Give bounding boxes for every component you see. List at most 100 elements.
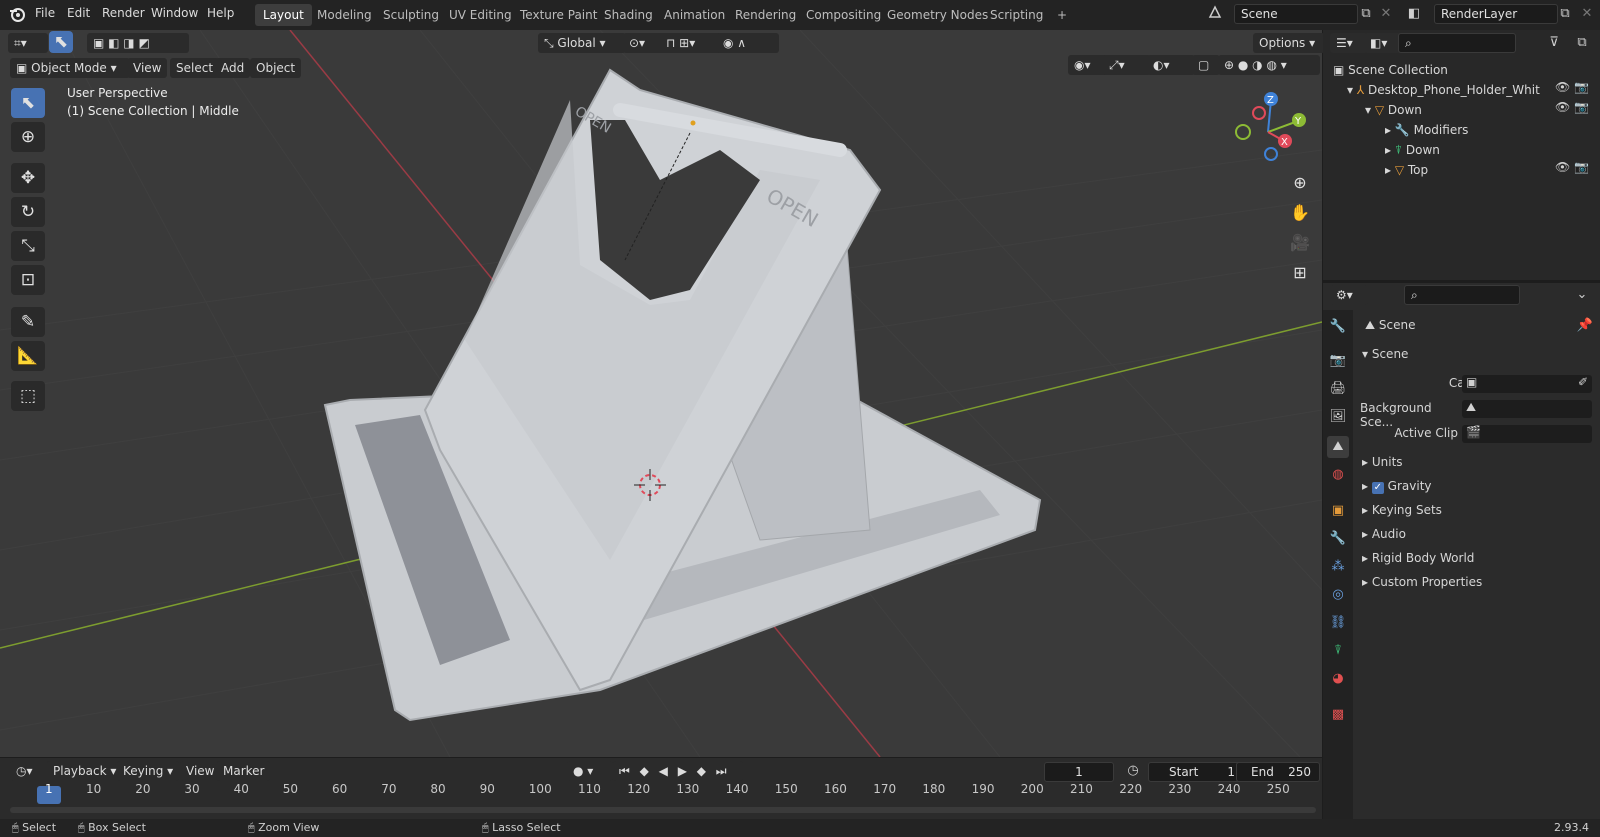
navigation-gizmo[interactable]: Z Y X xyxy=(1230,88,1312,170)
world-tab-icon[interactable]: ◍ xyxy=(1327,464,1349,486)
audio-section[interactable]: ▸ Audio xyxy=(1362,527,1406,541)
display-mode-icon[interactable]: ◧▾ xyxy=(1364,33,1402,53)
start-frame-field[interactable]: Start 1 xyxy=(1148,762,1246,782)
properties-editor-type-icon[interactable]: ⚙▾ xyxy=(1330,285,1368,305)
menu-window[interactable]: Window xyxy=(151,6,198,20)
view-layer-icon[interactable]: ◧ xyxy=(1404,4,1424,24)
pan-view-icon[interactable]: ✋ xyxy=(1287,200,1313,226)
timeline-menu-keying[interactable]: Keying ▾ xyxy=(117,761,180,781)
render-tab-icon[interactable]: 📷 xyxy=(1327,350,1349,372)
scene-panel-header[interactable]: ▾ Scene xyxy=(1362,347,1408,361)
end-frame-field[interactable]: End 250 xyxy=(1236,762,1320,782)
outliner-editor-type-icon[interactable]: ☰▾ xyxy=(1330,33,1368,53)
current-frame-field[interactable]: 1 xyxy=(1044,762,1114,782)
tab-shading[interactable]: Shading xyxy=(596,4,661,26)
viewport-menu-view[interactable]: View xyxy=(127,58,168,78)
move-tool-icon[interactable]: ✥ xyxy=(11,163,45,193)
scene-icon[interactable] xyxy=(1205,4,1225,24)
record-keyframe-icon[interactable]: ● ▾ xyxy=(567,761,613,781)
viewport-menu-object[interactable]: Object xyxy=(250,58,302,78)
scale-tool-icon[interactable]: ⤡ xyxy=(11,231,45,261)
outliner-row-down-mesh[interactable]: ▸ ⍒ Down xyxy=(1323,140,1600,160)
properties-search-input[interactable]: ⌕ xyxy=(1404,285,1520,305)
tab-modeling[interactable]: Modeling xyxy=(309,4,380,26)
rigid-body-world-section[interactable]: ▸ Rigid Body World xyxy=(1362,551,1474,565)
visibility-toggles[interactable]: 👁 📷 xyxy=(1555,160,1595,174)
new-scene-icon[interactable]: ⧉ xyxy=(1356,4,1376,24)
transform-tool-icon[interactable]: ⊡ xyxy=(11,265,45,295)
perspective-toggle-icon[interactable]: ⊞ xyxy=(1287,260,1313,286)
tab-uv-editing[interactable]: UV Editing xyxy=(441,4,520,26)
zoom-view-icon[interactable]: ⊕ xyxy=(1287,170,1313,196)
menu-render[interactable]: Render xyxy=(102,6,145,20)
menu-edit[interactable]: Edit xyxy=(67,6,90,20)
camera-view-icon[interactable]: 🎥 xyxy=(1287,230,1313,256)
pivot-point-icon[interactable]: ⊙▾ xyxy=(623,33,665,53)
new-collection-icon[interactable]: ⧉ xyxy=(1572,33,1592,53)
selection-mode-icons[interactable]: ▣ ◧ ◨ ◩ xyxy=(87,33,189,53)
transform-orientation-dropdown[interactable]: ⤡ Global ▾ xyxy=(538,33,626,53)
scene-tab-icon[interactable]: ⛰ xyxy=(1327,436,1349,458)
viewport-menu-select[interactable]: Select xyxy=(170,58,220,78)
outliner-search-input[interactable]: ⌕ xyxy=(1398,33,1516,53)
scene-name-field[interactable]: Scene xyxy=(1234,4,1358,24)
xray-icon[interactable]: ▢ xyxy=(1192,55,1220,75)
menu-help[interactable]: Help xyxy=(207,6,234,20)
view-layer-field[interactable]: RenderLayer xyxy=(1434,4,1558,24)
timeline-scrollbar[interactable] xyxy=(10,807,1316,813)
select-tool-header-icon[interactable]: ⬉ xyxy=(49,31,73,53)
tool-tab-icon[interactable]: 🔧 xyxy=(1327,316,1349,338)
texture-tab-icon[interactable]: ▩ xyxy=(1327,704,1349,726)
timeline-menu-view[interactable]: View xyxy=(180,761,221,781)
tab-animation[interactable]: Animation xyxy=(656,4,733,26)
physics-tab-icon[interactable]: ◎ xyxy=(1327,584,1349,606)
material-tab-icon[interactable]: ◕ xyxy=(1327,668,1349,690)
shading-mode-icons[interactable]: ⊕ ● ◑ ◍ ▾ xyxy=(1218,55,1320,75)
filter-icon[interactable]: ⊽ xyxy=(1544,33,1564,53)
timeline-menu-marker[interactable]: Marker xyxy=(217,761,271,781)
tab-rendering[interactable]: Rendering xyxy=(727,4,804,26)
rotate-tool-icon[interactable]: ↻ xyxy=(11,197,45,227)
tab-layout[interactable]: Layout xyxy=(255,4,312,26)
playback-controls[interactable]: ⏮ ◆ ◀ ▶ ◆ ⏭ xyxy=(613,761,743,781)
properties-options-icon[interactable]: ⌄ xyxy=(1572,285,1592,305)
gravity-section[interactable]: ▸ ✓ Gravity xyxy=(1362,479,1432,494)
outliner-row-scene-collection[interactable]: ▣ Scene Collection xyxy=(1323,60,1600,80)
measure-tool-icon[interactable]: 📐 xyxy=(11,341,45,371)
tab-texture-paint[interactable]: Texture Paint xyxy=(512,4,605,26)
annotate-tool-icon[interactable]: ✎ xyxy=(11,307,45,337)
visibility-toggles[interactable]: 👁 📷 xyxy=(1555,80,1595,94)
gizmo-icon[interactable]: ⤢▾ xyxy=(1103,55,1151,75)
output-tab-icon[interactable]: 🖨 xyxy=(1327,378,1349,400)
background-scene-field[interactable]: ⛰ xyxy=(1462,400,1592,418)
delete-view-layer-icon[interactable]: ✕ xyxy=(1577,4,1597,24)
tab-compositing[interactable]: Compositing xyxy=(798,4,889,26)
object-tab-icon[interactable]: ▣ xyxy=(1327,500,1349,522)
visibility-toggles[interactable]: 👁 📷 xyxy=(1555,100,1595,114)
visibility-icon[interactable]: ◉▾ xyxy=(1068,55,1108,75)
add-cube-tool-icon[interactable]: ⬚ xyxy=(11,381,45,411)
timeline-editor-type-icon[interactable]: ◷▾ xyxy=(10,761,50,781)
cursor-tool-icon[interactable]: ⊕ xyxy=(11,122,45,152)
add-workspace-button[interactable]: + xyxy=(1049,4,1075,26)
keying-sets-section[interactable]: ▸ Keying Sets xyxy=(1362,503,1442,517)
object-mode-dropdown[interactable]: ▣ Object Mode ▾ xyxy=(10,58,130,78)
data-tab-icon[interactable]: ⍒ xyxy=(1327,640,1349,662)
select-box-tool-icon[interactable]: ⬉ xyxy=(11,88,45,118)
viewport-menu-add[interactable]: Add xyxy=(215,58,251,78)
new-view-layer-icon[interactable]: ⧉ xyxy=(1555,4,1575,24)
eyedropper-icon[interactable]: ✐ xyxy=(1578,375,1592,389)
tab-scripting[interactable]: Scripting xyxy=(982,4,1051,26)
modifier-tab-icon[interactable]: 🔧 xyxy=(1327,528,1349,550)
gravity-checkbox[interactable]: ✓ xyxy=(1371,482,1384,494)
tab-geometry-nodes[interactable]: Geometry Nodes xyxy=(879,4,996,26)
particles-tab-icon[interactable]: ⁂ xyxy=(1327,556,1349,578)
snap-icon[interactable]: ⊓ ⊞▾ xyxy=(660,33,722,53)
proportional-edit-icon[interactable]: ◉ ∧ xyxy=(717,33,779,53)
editor-type-icon[interactable]: ⌗▾ xyxy=(8,33,48,53)
3d-viewport[interactable]: OPEN OPEN xyxy=(0,30,1322,757)
active-clip-field[interactable]: 🎬 xyxy=(1462,425,1592,443)
delete-scene-icon[interactable]: ✕ xyxy=(1376,4,1396,24)
view-layer-tab-icon[interactable]: 🖼 xyxy=(1327,406,1349,428)
timeline-menu-playback[interactable]: Playback ▾ xyxy=(47,761,123,781)
